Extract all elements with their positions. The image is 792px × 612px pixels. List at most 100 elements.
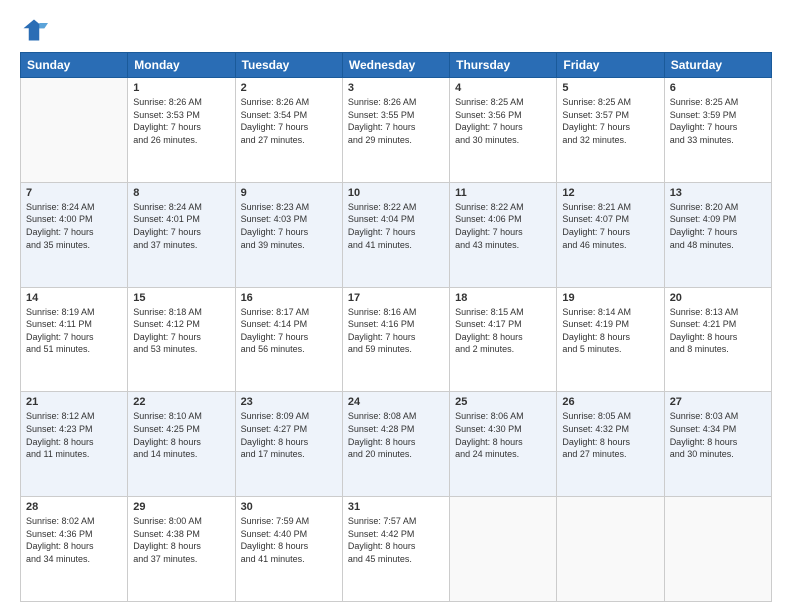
calendar-cell: 9 Sunrise: 8:23 AM Sunset: 4:03 PM Daylig…: [235, 182, 342, 287]
day-number: 25: [455, 396, 551, 408]
week-row-4: 28 Sunrise: 8:02 AM Sunset: 4:36 PM Dayli…: [21, 497, 772, 602]
day-info: Sunrise: 8:25 AM Sunset: 3:59 PM Dayligh…: [670, 96, 766, 146]
day-number: 27: [670, 396, 766, 408]
day-info: Sunrise: 8:13 AM Sunset: 4:21 PM Dayligh…: [670, 306, 766, 356]
calendar-cell: 16 Sunrise: 8:17 AM Sunset: 4:14 PM Dayli…: [235, 287, 342, 392]
day-number: 10: [348, 187, 444, 199]
calendar-cell: 19 Sunrise: 8:14 AM Sunset: 4:19 PM Dayli…: [557, 287, 664, 392]
calendar-cell: 27 Sunrise: 8:03 AM Sunset: 4:34 PM Dayli…: [664, 392, 771, 497]
header: [20, 16, 772, 44]
calendar-cell: 8 Sunrise: 8:24 AM Sunset: 4:01 PM Daylig…: [128, 182, 235, 287]
day-info: Sunrise: 8:23 AM Sunset: 4:03 PM Dayligh…: [241, 201, 337, 251]
day-number: 31: [348, 501, 444, 513]
calendar-cell: 15Sunrise: 8:18 AM Sunset: 4:12 PM Dayli…: [128, 287, 235, 392]
day-info: Sunrise: 8:24 AM Sunset: 4:01 PM Dayligh…: [133, 201, 229, 251]
calendar-cell: 30 Sunrise: 7:59 AM Sunset: 4:40 PM Dayli…: [235, 497, 342, 602]
day-number: 3: [348, 82, 444, 94]
calendar-cell: [664, 497, 771, 602]
day-info: Sunrise: 8:22 AM Sunset: 4:04 PM Dayligh…: [348, 201, 444, 251]
day-number: 17: [348, 292, 444, 304]
calendar-cell: 3 Sunrise: 8:26 AM Sunset: 3:55 PM Daylig…: [342, 78, 449, 183]
calendar-cell: [557, 497, 664, 602]
calendar-table: SundayMondayTuesdayWednesdayThursdayFrid…: [20, 52, 772, 602]
day-info: Sunrise: 8:21 AM Sunset: 4:07 PM Dayligh…: [562, 201, 658, 251]
day-number: 1: [133, 82, 229, 94]
day-number: 2: [241, 82, 337, 94]
day-number: 6: [670, 82, 766, 94]
day-info: Sunrise: 8:12 AM Sunset: 4:23 PM Dayligh…: [26, 410, 122, 460]
day-info: Sunrise: 8:15 AM Sunset: 4:17 PM Dayligh…: [455, 306, 551, 356]
calendar-cell: 18 Sunrise: 8:15 AM Sunset: 4:17 PM Dayli…: [450, 287, 557, 392]
calendar-cell: 2 Sunrise: 8:26 AM Sunset: 3:54 PM Daylig…: [235, 78, 342, 183]
week-row-0: 1 Sunrise: 8:26 AM Sunset: 3:53 PM Daylig…: [21, 78, 772, 183]
day-number: 9: [241, 187, 337, 199]
day-number: 23: [241, 396, 337, 408]
day-number: 8: [133, 187, 229, 199]
day-number: 26: [562, 396, 658, 408]
day-info: Sunrise: 8:14 AM Sunset: 4:19 PM Dayligh…: [562, 306, 658, 356]
weekday-header-wednesday: Wednesday: [342, 53, 449, 78]
day-info: Sunrise: 8:02 AM Sunset: 4:36 PM Dayligh…: [26, 515, 122, 565]
day-number: 28: [26, 501, 122, 513]
day-info: Sunrise: 8:25 AM Sunset: 3:57 PM Dayligh…: [562, 96, 658, 146]
day-info: Sunrise: 8:25 AM Sunset: 3:56 PM Dayligh…: [455, 96, 551, 146]
day-info: Sunrise: 8:10 AM Sunset: 4:25 PM Dayligh…: [133, 410, 229, 460]
day-info: Sunrise: 8:26 AM Sunset: 3:54 PM Dayligh…: [241, 96, 337, 146]
calendar-cell: 24 Sunrise: 8:08 AM Sunset: 4:28 PM Dayli…: [342, 392, 449, 497]
day-info: Sunrise: 8:06 AM Sunset: 4:30 PM Dayligh…: [455, 410, 551, 460]
calendar-cell: 20 Sunrise: 8:13 AM Sunset: 4:21 PM Dayli…: [664, 287, 771, 392]
calendar-cell: 13Sunrise: 8:20 AM Sunset: 4:09 PM Dayli…: [664, 182, 771, 287]
calendar-cell: 29Sunrise: 8:00 AM Sunset: 4:38 PM Dayli…: [128, 497, 235, 602]
day-number: 21: [26, 396, 122, 408]
day-info: Sunrise: 8:16 AM Sunset: 4:16 PM Dayligh…: [348, 306, 444, 356]
calendar-cell: 25 Sunrise: 8:06 AM Sunset: 4:30 PM Dayli…: [450, 392, 557, 497]
day-number: 18: [455, 292, 551, 304]
calendar-cell: 10 Sunrise: 8:22 AM Sunset: 4:04 PM Dayli…: [342, 182, 449, 287]
calendar-cell: 26 Sunrise: 8:05 AM Sunset: 4:32 PM Dayli…: [557, 392, 664, 497]
weekday-header-sunday: Sunday: [21, 53, 128, 78]
day-info: Sunrise: 8:20 AM Sunset: 4:09 PM Dayligh…: [670, 201, 766, 251]
calendar-cell: 6 Sunrise: 8:25 AM Sunset: 3:59 PM Daylig…: [664, 78, 771, 183]
day-info: Sunrise: 8:17 AM Sunset: 4:14 PM Dayligh…: [241, 306, 337, 356]
week-row-3: 21 Sunrise: 8:12 AM Sunset: 4:23 PM Dayli…: [21, 392, 772, 497]
day-number: 7: [26, 187, 122, 199]
day-number: 16: [241, 292, 337, 304]
day-info: Sunrise: 8:03 AM Sunset: 4:34 PM Dayligh…: [670, 410, 766, 460]
calendar-cell: 4 Sunrise: 8:25 AM Sunset: 3:56 PM Daylig…: [450, 78, 557, 183]
weekday-header-friday: Friday: [557, 53, 664, 78]
day-info: Sunrise: 8:24 AM Sunset: 4:00 PM Dayligh…: [26, 201, 122, 251]
weekday-header-monday: Monday: [128, 53, 235, 78]
calendar-cell: [450, 497, 557, 602]
day-number: 19: [562, 292, 658, 304]
day-number: 20: [670, 292, 766, 304]
page: SundayMondayTuesdayWednesdayThursdayFrid…: [0, 0, 792, 612]
day-info: Sunrise: 7:59 AM Sunset: 4:40 PM Dayligh…: [241, 515, 337, 565]
day-info: Sunrise: 8:26 AM Sunset: 3:55 PM Dayligh…: [348, 96, 444, 146]
calendar-cell: 5 Sunrise: 8:25 AM Sunset: 3:57 PM Daylig…: [557, 78, 664, 183]
day-info: Sunrise: 8:22 AM Sunset: 4:06 PM Dayligh…: [455, 201, 551, 251]
calendar-cell: 28 Sunrise: 8:02 AM Sunset: 4:36 PM Dayli…: [21, 497, 128, 602]
calendar-cell: 23Sunrise: 8:09 AM Sunset: 4:27 PM Dayli…: [235, 392, 342, 497]
calendar-cell: 12Sunrise: 8:21 AM Sunset: 4:07 PM Dayli…: [557, 182, 664, 287]
day-number: 24: [348, 396, 444, 408]
day-info: Sunrise: 8:00 AM Sunset: 4:38 PM Dayligh…: [133, 515, 229, 565]
day-number: 15: [133, 292, 229, 304]
calendar-cell: 7 Sunrise: 8:24 AM Sunset: 4:00 PM Daylig…: [21, 182, 128, 287]
calendar-cell: 17 Sunrise: 8:16 AM Sunset: 4:16 PM Dayli…: [342, 287, 449, 392]
logo: [20, 16, 52, 44]
weekday-header-row: SundayMondayTuesdayWednesdayThursdayFrid…: [21, 53, 772, 78]
day-info: Sunrise: 8:26 AM Sunset: 3:53 PM Dayligh…: [133, 96, 229, 146]
day-info: Sunrise: 8:05 AM Sunset: 4:32 PM Dayligh…: [562, 410, 658, 460]
day-number: 5: [562, 82, 658, 94]
day-info: Sunrise: 8:08 AM Sunset: 4:28 PM Dayligh…: [348, 410, 444, 460]
weekday-header-thursday: Thursday: [450, 53, 557, 78]
day-number: 4: [455, 82, 551, 94]
weekday-header-saturday: Saturday: [664, 53, 771, 78]
calendar-cell: 22 Sunrise: 8:10 AM Sunset: 4:25 PM Dayli…: [128, 392, 235, 497]
week-row-1: 7 Sunrise: 8:24 AM Sunset: 4:00 PM Daylig…: [21, 182, 772, 287]
day-number: 22: [133, 396, 229, 408]
calendar-cell: 31 Sunrise: 7:57 AM Sunset: 4:42 PM Dayli…: [342, 497, 449, 602]
calendar-cell: 11Sunrise: 8:22 AM Sunset: 4:06 PM Dayli…: [450, 182, 557, 287]
day-info: Sunrise: 7:57 AM Sunset: 4:42 PM Dayligh…: [348, 515, 444, 565]
day-number: 30: [241, 501, 337, 513]
